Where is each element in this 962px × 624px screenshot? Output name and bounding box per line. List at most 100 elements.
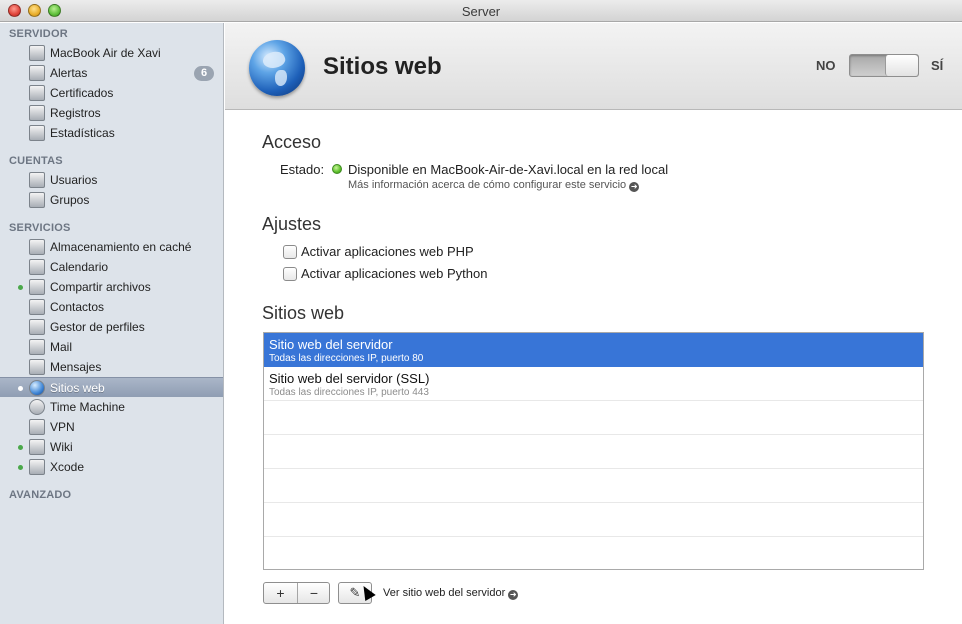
sidebar-item-calendario[interactable]: Calendario [0, 257, 223, 277]
sidebar-item-xcode[interactable]: Xcode [0, 457, 223, 477]
python-checkbox[interactable] [283, 267, 297, 281]
acceso-heading: Acceso [262, 132, 322, 152]
sidebar-item-wiki[interactable]: Wiki [0, 437, 223, 457]
sidebar-item-label: Contactos [50, 300, 105, 314]
certificate-icon [29, 85, 45, 101]
sidebar-item-label: MacBook Air de Xavi [50, 46, 161, 60]
section-cuentas: CUENTAS [9, 155, 63, 167]
sidebar-item-grupos[interactable]: Grupos [0, 190, 223, 210]
sidebar-item-label: Sitios web [50, 381, 105, 395]
wiki-icon [29, 439, 45, 455]
switch-on-label: SÍ [931, 58, 944, 73]
empty-row [264, 401, 923, 435]
mail-icon [29, 339, 45, 355]
globe-icon [249, 40, 305, 96]
contacts-icon [29, 299, 45, 315]
service-active-indicator [18, 465, 23, 470]
sidebar-item-alertas[interactable]: Alertas 6 [0, 63, 223, 83]
alert-count-badge: 6 [194, 66, 214, 81]
section-servidor: SERVIDOR [9, 28, 68, 40]
sidebar-item-label: Compartir archivos [50, 280, 151, 294]
view-website-link[interactable]: Ver sitio web del servidor ➜ [383, 587, 519, 600]
config-info-link-text[interactable]: Más información acerca de cómo configura… [348, 179, 626, 191]
sidebar-item-label: Alertas [50, 66, 88, 80]
sidebar-item-contactos[interactable]: Contactos [0, 297, 223, 317]
title-bar: Server [0, 0, 962, 22]
sidebar-item-label: Registros [50, 106, 101, 120]
hammer-icon [29, 459, 45, 475]
remove-site-button[interactable]: − [297, 583, 330, 603]
sidebar-item-label: Estadísticas [50, 126, 115, 140]
empty-row [264, 435, 923, 469]
python-checkbox-label[interactable]: Activar aplicaciones web Python [301, 266, 487, 281]
sidebar-item-label: Almacenamiento en caché [50, 240, 192, 254]
group-icon [29, 192, 45, 208]
service-active-indicator [18, 445, 23, 450]
empty-row [264, 503, 923, 537]
config-info-link[interactable]: Más información acerca de cómo configura… [348, 179, 640, 192]
sidebar-item-label: Usuarios [50, 173, 98, 187]
section-servicios: SERVICIOS [9, 222, 71, 234]
sidebar-item-vpn[interactable]: VPN [0, 417, 223, 437]
sidebar-item-label: Gestor de perfiles [50, 320, 145, 334]
ajustes-heading: Ajustes [262, 214, 322, 234]
sidebar-item-label: Certificados [50, 86, 114, 100]
section-avanzado[interactable]: AVANZADO [9, 489, 71, 501]
php-checkbox[interactable] [283, 245, 297, 259]
php-checkbox-label[interactable]: Activar aplicaciones web PHP [301, 244, 474, 259]
sidebar-item-sitios-web[interactable]: Sitios web [0, 377, 223, 397]
status-indicator-icon [332, 164, 342, 174]
add-remove-buttons: + − [263, 582, 330, 604]
service-active-indicator [18, 285, 23, 290]
arrow-right-icon[interactable]: ➜ [508, 590, 519, 600]
sidebar-item-label: Calendario [50, 260, 109, 274]
globe-icon [29, 380, 45, 396]
empty-row [264, 537, 923, 569]
service-toggle-switch[interactable] [849, 54, 919, 77]
sidebar: SERVIDOR MacBook Air de Xavi Alertas 6 C… [0, 23, 224, 624]
table-row[interactable]: Sitio web del servidor Todas las direcci… [264, 333, 923, 367]
sidebar-item-time-machine[interactable]: Time Machine [0, 397, 223, 417]
sidebar-item-cache[interactable]: Almacenamiento en caché [0, 237, 223, 257]
sidebar-item-mail[interactable]: Mail [0, 337, 223, 357]
sitios-heading: Sitios web [262, 303, 345, 323]
cache-icon [29, 239, 45, 255]
arrow-right-icon[interactable]: ➜ [629, 182, 640, 192]
time-machine-icon [29, 399, 45, 415]
estado-label: Estado: [280, 162, 325, 177]
sidebar-item-gestor-perfiles[interactable]: Gestor de perfiles [0, 317, 223, 337]
user-icon [29, 172, 45, 188]
sidebar-item-usuarios[interactable]: Usuarios [0, 170, 223, 190]
estado-value: Disponible en MacBook-Air-de-Xavi.local … [348, 162, 669, 177]
page-title: Sitios web [323, 53, 442, 80]
empty-row [264, 469, 923, 503]
sidebar-item-mensajes[interactable]: Mensajes [0, 357, 223, 377]
calendar-icon [29, 259, 45, 275]
switch-knob[interactable] [885, 55, 918, 76]
window-title: Server [461, 4, 501, 19]
file-sharing-icon [29, 279, 45, 295]
laptop-icon [29, 45, 45, 61]
service-active-indicator [18, 386, 23, 391]
sidebar-item-label: Xcode [50, 460, 85, 474]
websites-table: Sitio web del servidor Todas las direcci… [263, 332, 924, 570]
profile-manager-icon [29, 319, 45, 335]
sidebar-item-label: Mail [50, 340, 73, 354]
sidebar-item-label: Mensajes [50, 360, 102, 374]
megaphone-icon [29, 65, 45, 81]
site-subtitle: Todas las direcciones IP, puerto 443 [269, 387, 429, 398]
stats-icon [29, 125, 45, 141]
sidebar-item-registros[interactable]: Registros [0, 103, 223, 123]
sidebar-item-estadisticas[interactable]: Estadísticas [0, 123, 223, 143]
log-icon [29, 105, 45, 121]
sidebar-item-label: Time Machine [50, 400, 125, 414]
view-website-link-text[interactable]: Ver sitio web del servidor [383, 587, 505, 599]
sidebar-item-certificados[interactable]: Certificados [0, 83, 223, 103]
sidebar-item-macbook[interactable]: MacBook Air de Xavi [0, 43, 223, 63]
add-site-button[interactable]: + [264, 583, 297, 603]
messages-icon [29, 359, 45, 375]
table-row[interactable]: Sitio web del servidor (SSL) Todas las d… [264, 367, 923, 401]
sidebar-item-compartir-archivos[interactable]: Compartir archivos [0, 277, 223, 297]
switch-off-label: NO [816, 58, 836, 73]
site-subtitle: Todas las direcciones IP, puerto 80 [269, 353, 424, 364]
